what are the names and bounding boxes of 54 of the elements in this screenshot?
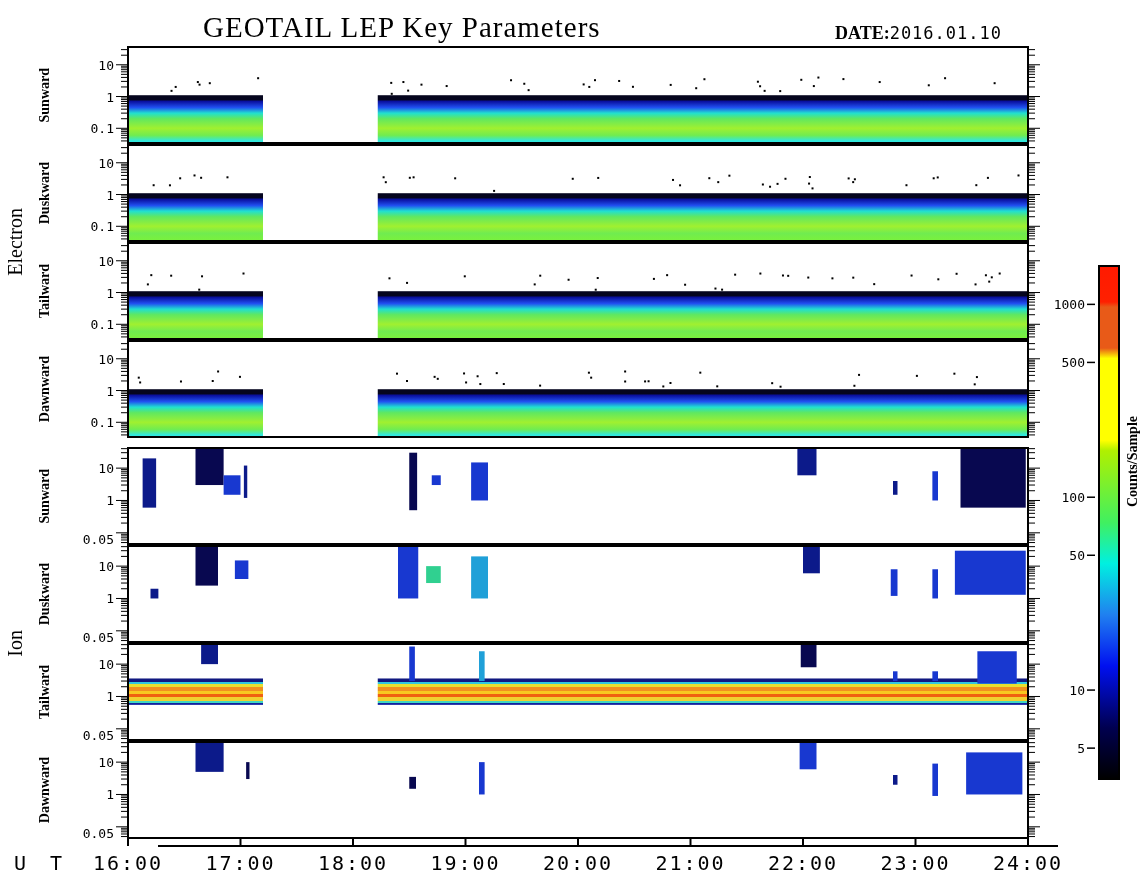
y-tick-label: 0.05 [82,532,114,545]
colorbar-tick-label: 100 [1061,490,1085,506]
y-tick-label: 1 [106,689,114,705]
y-tick-label: 1 [106,591,114,607]
x-tick-label: 19:00 [430,851,501,875]
y-tick-label: 0.05 [82,728,114,741]
x-tick-label: 21:00 [655,851,726,875]
y-tick-label: 0.05 [82,826,114,839]
panel-label: Tailward [38,264,52,318]
y-tick-label: 10 [98,155,114,171]
panel-label: Duskward [38,562,52,626]
y-tick-label: 0.1 [90,415,114,431]
x-tick-label: 22:00 [767,851,839,875]
colorbar-tick-label: 500 [1061,355,1085,371]
y-tick-label: 10 [98,57,114,73]
x-tick-label: 20:00 [542,851,614,875]
y-tick-label: 1 [106,285,114,301]
y-tick-label: 1 [106,787,114,803]
x-axis-label: U T [14,851,69,875]
y-tick-label: 1 [106,493,114,509]
panel-label: Dawnward [38,355,52,423]
y-tick-label: 1 [106,89,114,105]
y-tick-label: 10 [98,351,114,367]
colorbar-title: Counts/Sample [1125,416,1140,507]
y-tick-label: 0.1 [90,121,114,137]
group-label: Ion [5,629,25,657]
panel-label: Sunward [38,67,52,123]
y-tick-label: 10 [98,559,114,575]
colorbar-tick-label: 1000 [1053,297,1085,313]
x-tick-label: 18:00 [317,851,389,875]
x-tick-label: 23:00 [880,851,951,875]
y-tick-label: 0.05 [82,630,114,643]
y-tick-label: 10 [98,253,114,269]
x-tick-label: 17:00 [205,851,276,875]
date-label: DATE: [834,24,890,42]
panel-label: Dawnward [38,756,52,824]
y-tick-label: 10 [98,657,114,673]
panel-label: Tailward [38,665,52,719]
group-label: Electron [5,208,25,276]
y-tick-label: 1 [106,187,114,203]
panel-label: Duskward [38,161,52,225]
x-tick-label: 16:00 [92,851,164,875]
colorbar-tick-label: 50 [1069,548,1085,564]
y-tick-label: 10 [98,755,114,771]
colorbar-tick-label: 5 [1077,741,1085,757]
colorbar-tick-label: 10 [1069,683,1085,699]
date-value: 2016.01.10 [889,25,1002,42]
chart-title: GEOTAIL LEP Key Parameters [203,13,601,45]
y-tick-label: 1 [106,383,114,399]
y-tick-label: 0.1 [90,219,114,235]
panel-label: Sunward [38,468,52,524]
y-tick-label: 0.1 [90,317,114,333]
y-tick-label: 10 [98,461,114,477]
x-tick-label: 24:00 [992,851,1064,875]
